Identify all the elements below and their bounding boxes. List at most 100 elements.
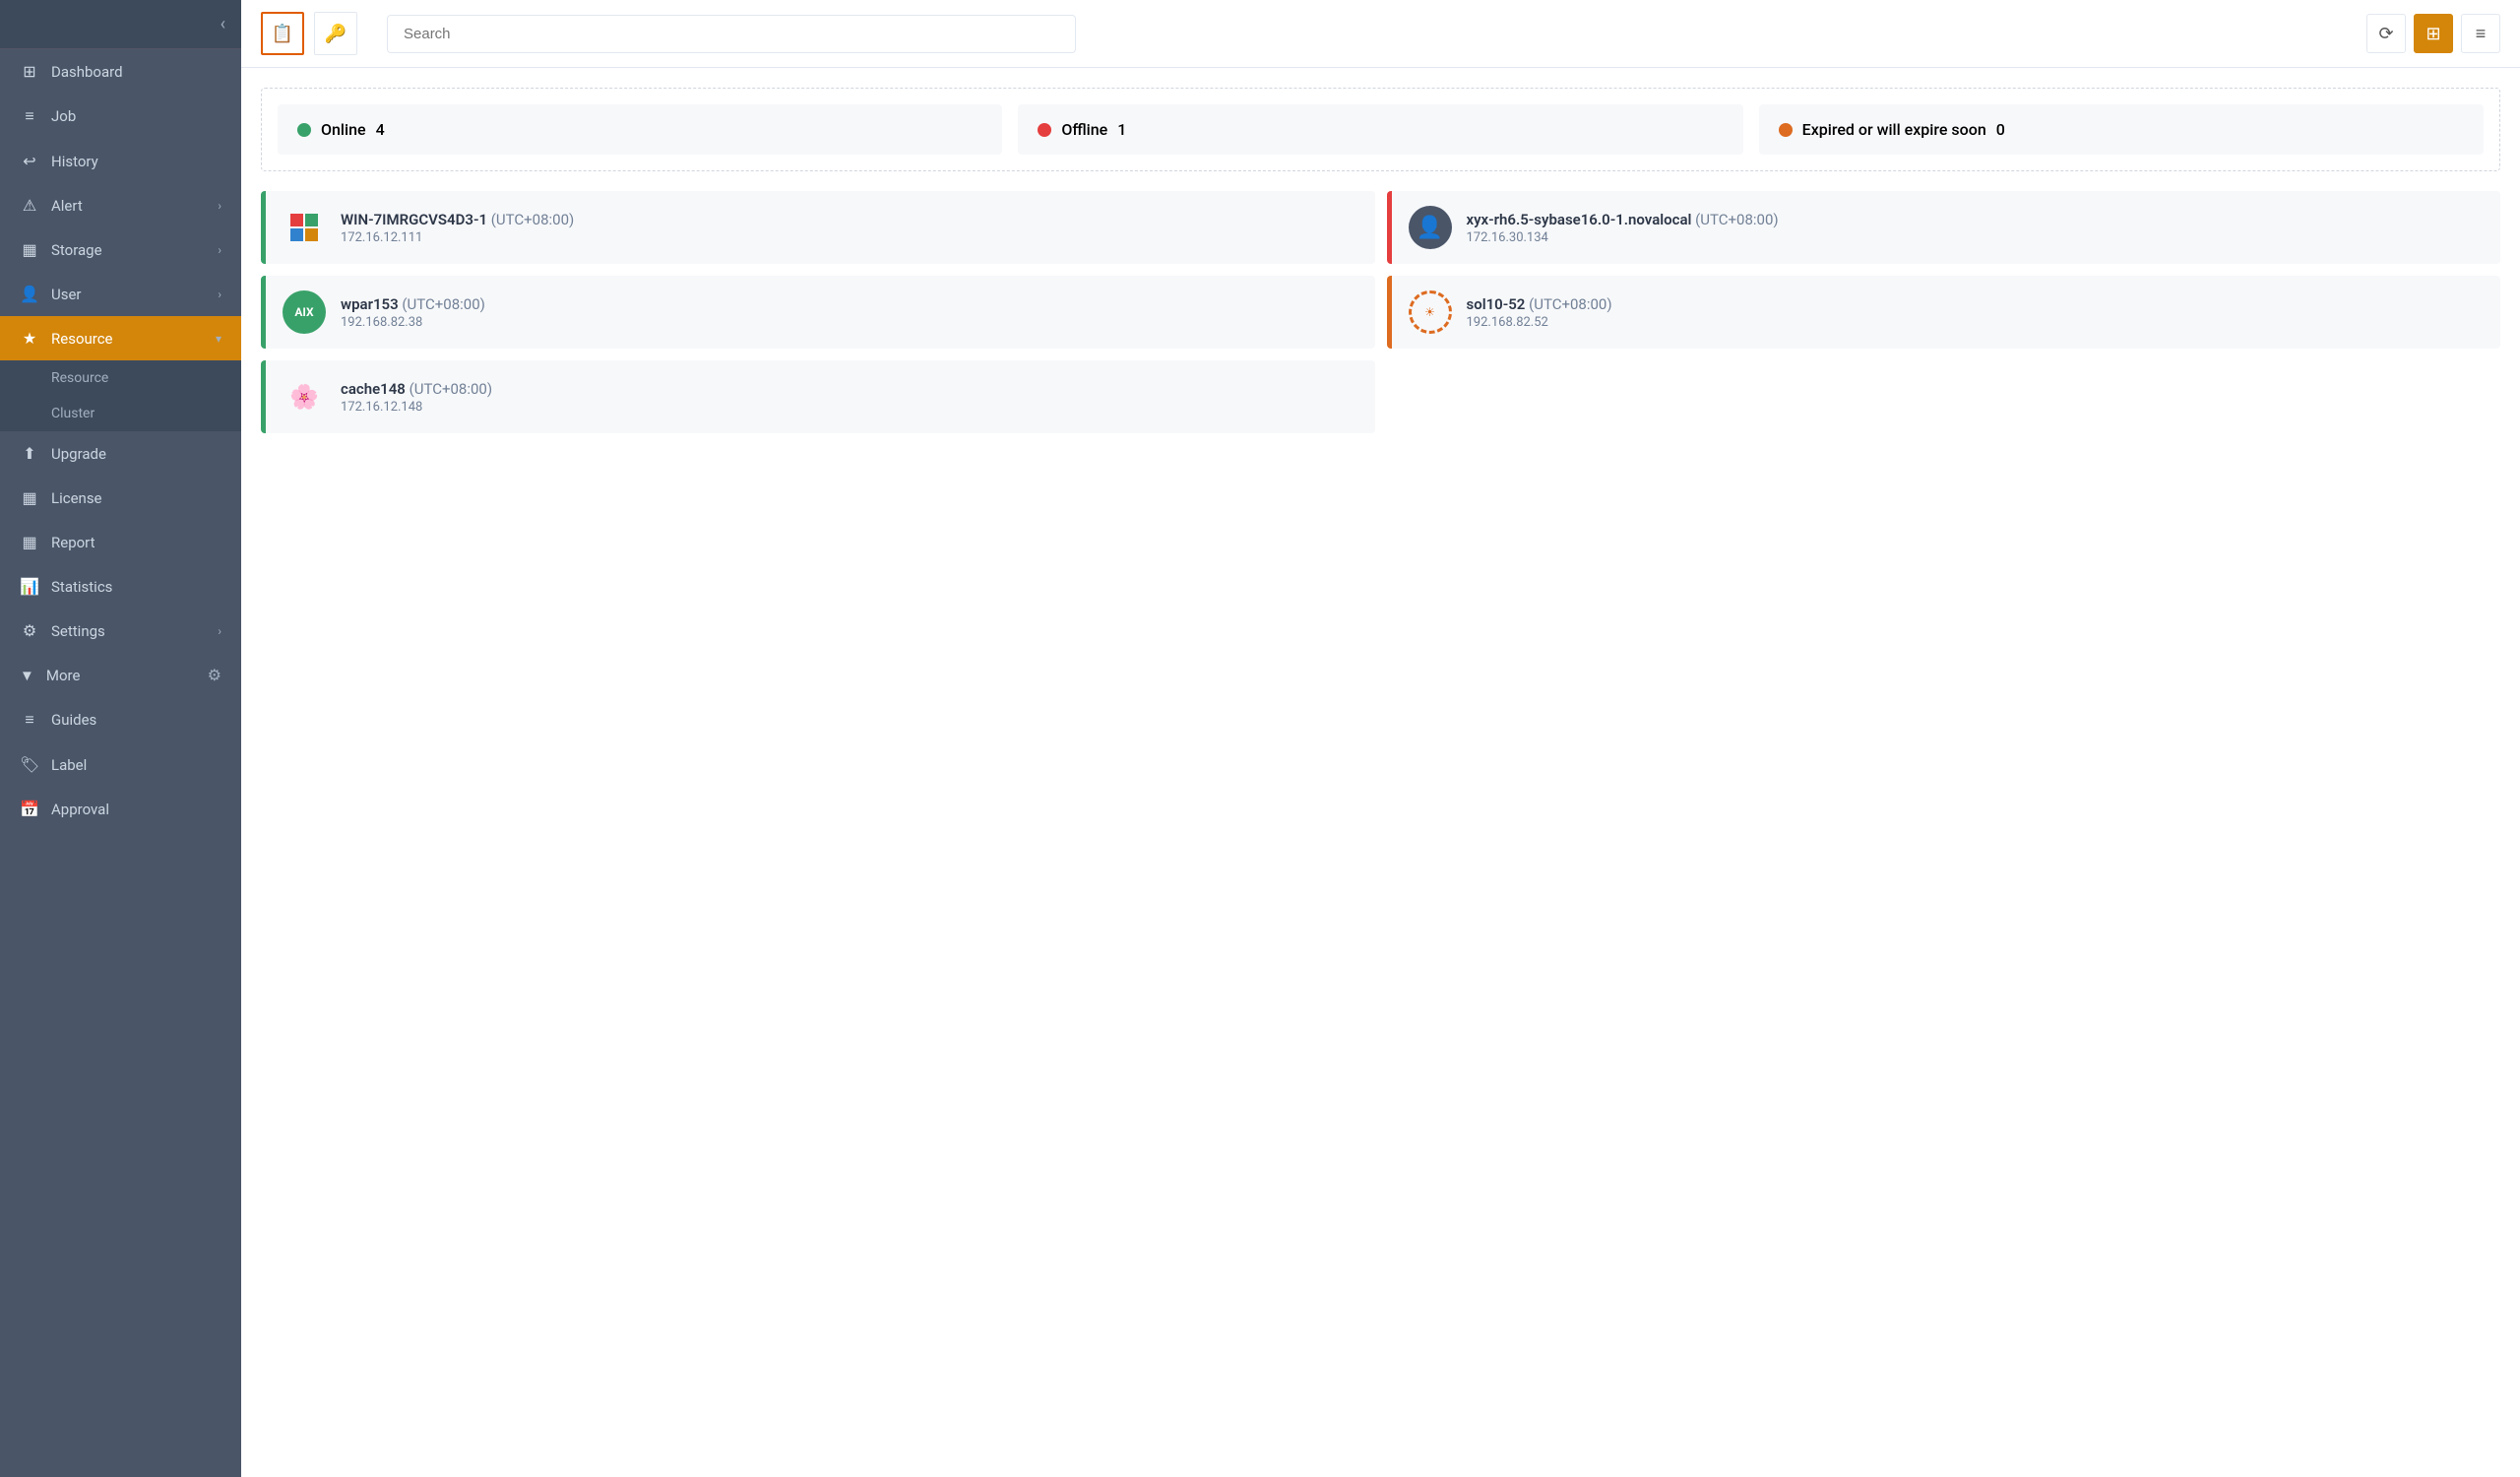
expired-dot <box>1779 123 1793 137</box>
resource-card-cache148[interactable]: 🌸 cache148 (UTC+08:00) 172.16.12.148 <box>261 360 1375 433</box>
sidebar-item-label: Settings <box>51 622 206 640</box>
upgrade-icon: ⬆ <box>20 444 39 463</box>
sidebar-sub-item-cluster[interactable]: Cluster <box>0 396 241 431</box>
offline-count: 1 <box>1117 120 1126 139</box>
chevron-right-icon: › <box>218 624 221 638</box>
aix-icon: AIX <box>282 289 327 335</box>
sol-icon: ☀ <box>1408 289 1453 335</box>
online-count: 4 <box>376 120 385 139</box>
key-icon: 🔑 <box>325 24 346 44</box>
alert-icon: ⚠ <box>20 196 39 215</box>
offline-dot <box>1038 123 1051 137</box>
guides-icon: ≡ <box>20 710 39 730</box>
sidebar-item-upgrade[interactable]: ⬆ Upgrade <box>0 431 241 476</box>
expired-status-card[interactable]: Expired or will expire soon 0 <box>1759 104 2484 155</box>
resource-name: WIN-7IMRGCVS4D3-1 (UTC+08:00) <box>341 211 1359 228</box>
dashboard-icon: ⊞ <box>20 62 39 81</box>
sidebar-item-label: Report <box>51 534 221 551</box>
offline-label: Offline <box>1061 120 1107 139</box>
linux-avatar-icon: 👤 <box>1408 205 1453 250</box>
expired-label: Expired or will expire soon <box>1802 120 1986 139</box>
license-icon: ▦ <box>20 488 39 507</box>
key-view-btn[interactable]: 🔑 <box>314 12 357 55</box>
offline-status-card[interactable]: Offline 1 <box>1018 104 1742 155</box>
resource-submenu: Resource Cluster <box>0 360 241 431</box>
toolbar-right: ⟳ ⊞ ≡ <box>2366 14 2500 53</box>
toolbar: 📋 🔑 ⟳ ⊞ ≡ <box>241 0 2520 68</box>
avatar-face-icon: 👤 <box>1417 216 1443 240</box>
sidebar-item-report[interactable]: ▦ Report <box>0 520 241 564</box>
sidebar-header: ‹ <box>0 0 241 49</box>
online-status-card[interactable]: Online 4 <box>278 104 1002 155</box>
resource-ip: 172.16.30.134 <box>1467 230 2486 245</box>
resource-ip: 192.168.82.52 <box>1467 315 2486 330</box>
resource-card-win7[interactable]: WIN-7IMRGCVS4D3-1 (UTC+08:00) 172.16.12.… <box>261 191 1375 264</box>
resource-card-wpar153[interactable]: AIX wpar153 (UTC+08:00) 192.168.82.38 <box>261 276 1375 349</box>
sidebar-item-approval[interactable]: 📅 Approval <box>0 787 241 831</box>
sidebar-item-settings[interactable]: ⚙ Settings › <box>0 609 241 653</box>
sidebar-item-label: Label <box>51 756 221 774</box>
report-icon: ▦ <box>20 533 39 551</box>
sidebar-item-label: Guides <box>51 711 221 729</box>
resource-name: xyx-rh6.5-sybase16.0-1.novalocal (UTC+08… <box>1467 211 2486 228</box>
grid-view-button[interactable]: ⊞ <box>2414 14 2453 53</box>
resource-icon: ★ <box>20 329 39 348</box>
sidebar-sub-item-resource[interactable]: Resource <box>0 360 241 396</box>
grid-icon: ⊞ <box>2426 24 2440 44</box>
list-icon: ≡ <box>2476 24 2487 44</box>
sidebar-item-alert[interactable]: ⚠ Alert › <box>0 183 241 227</box>
windows-icon <box>282 205 327 250</box>
resource-info: sol10-52 (UTC+08:00) 192.168.82.52 <box>1467 295 2486 330</box>
statistics-icon: 📊 <box>20 577 39 596</box>
user-icon: 👤 <box>20 285 39 303</box>
chevron-right-icon: › <box>218 243 221 257</box>
chevron-right-icon: › <box>218 288 221 301</box>
expired-count: 0 <box>1996 120 2005 139</box>
sidebar-item-label: History <box>51 153 221 170</box>
resource-name: cache148 (UTC+08:00) <box>341 380 1359 398</box>
sidebar-item-resource[interactable]: ★ Resource ▾ <box>0 316 241 360</box>
sidebar-item-history[interactable]: ↩ History <box>0 139 241 183</box>
resource-info: cache148 (UTC+08:00) 172.16.12.148 <box>341 380 1359 415</box>
search-input[interactable] <box>387 15 1076 53</box>
resource-name: wpar153 (UTC+08:00) <box>341 295 1359 313</box>
sidebar-item-guides[interactable]: ≡ Guides <box>0 697 241 742</box>
list-view-button[interactable]: ≡ <box>2461 14 2500 53</box>
sidebar-item-label: License <box>51 489 221 507</box>
refresh-button[interactable]: ⟳ <box>2366 14 2406 53</box>
sidebar-item-statistics[interactable]: 📊 Statistics <box>0 564 241 609</box>
online-label: Online <box>321 120 366 139</box>
sidebar-item-storage[interactable]: ▦ Storage › <box>0 227 241 272</box>
chevron-down-icon: ▾ <box>216 332 221 346</box>
cache-icon: 🌸 <box>282 374 327 419</box>
sidebar-item-more[interactable]: ▼ More ⚙ <box>0 653 241 697</box>
sidebar-item-user[interactable]: 👤 User › <box>0 272 241 316</box>
search-bar <box>387 15 1076 53</box>
resource-grid: WIN-7IMRGCVS4D3-1 (UTC+08:00) 172.16.12.… <box>261 191 2500 433</box>
refresh-icon: ⟳ <box>2378 24 2393 44</box>
status-row: Online 4 Offline 1 Expired or will expir… <box>261 88 2500 171</box>
gear-icon[interactable]: ⚙ <box>208 666 221 684</box>
sidebar-item-label: Resource <box>51 330 204 348</box>
resource-ip: 172.16.12.148 <box>341 400 1359 415</box>
sidebar-item-label: Job <box>51 107 221 125</box>
sidebar: ‹ ⊞ Dashboard ≡ Job ↩ History ⚠ Alert › … <box>0 0 241 1477</box>
sidebar-item-label: User <box>51 286 206 303</box>
sidebar-item-dashboard[interactable]: ⊞ Dashboard <box>0 49 241 94</box>
sidebar-item-label: Storage <box>51 241 206 259</box>
sidebar-item-license[interactable]: ▦ License <box>0 476 241 520</box>
sidebar-item-label: Alert <box>51 197 206 215</box>
resource-card-xyx[interactable]: 👤 xyx-rh6.5-sybase16.0-1.novalocal (UTC+… <box>1387 191 2501 264</box>
sidebar-item-label: Statistics <box>51 578 221 596</box>
main-content: 📋 🔑 ⟳ ⊞ ≡ Online 4 <box>241 0 2520 1477</box>
resource-info: xyx-rh6.5-sybase16.0-1.novalocal (UTC+08… <box>1467 211 2486 245</box>
sidebar-item-job[interactable]: ≡ Job <box>0 94 241 139</box>
resource-info: WIN-7IMRGCVS4D3-1 (UTC+08:00) 172.16.12.… <box>341 211 1359 245</box>
sidebar-item-label: Upgrade <box>51 445 221 463</box>
resource-card-sol10[interactable]: ☀ sol10-52 (UTC+08:00) 192.168.82.52 <box>1387 276 2501 349</box>
sidebar-item-label[interactable]: 🏷 Label <box>0 742 241 787</box>
sidebar-collapse-btn[interactable]: ‹ <box>220 14 225 34</box>
job-icon: ≡ <box>20 106 39 126</box>
resource-view-btn[interactable]: 📋 <box>261 12 304 55</box>
label-icon: 🏷 <box>20 755 39 774</box>
